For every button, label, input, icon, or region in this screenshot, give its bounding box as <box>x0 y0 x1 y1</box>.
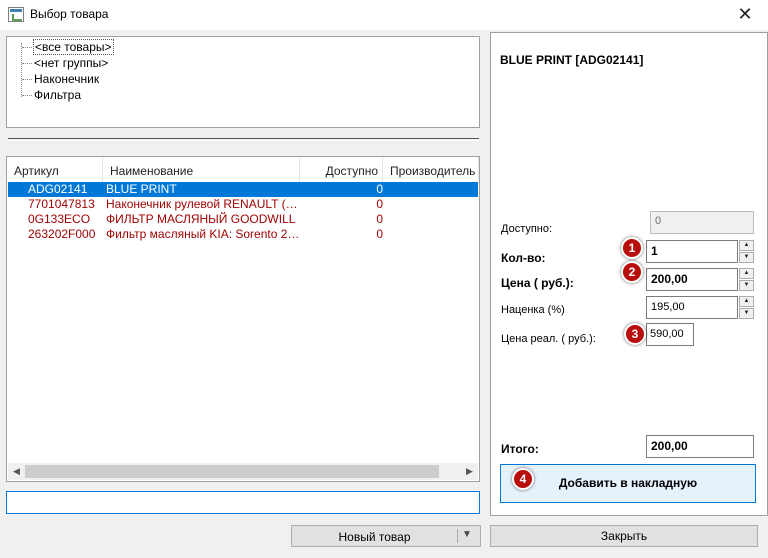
cell-article: 7701047813 <box>28 197 95 211</box>
price-label: Цена ( руб.): <box>501 276 574 290</box>
available-label: Доступно: <box>501 223 553 235</box>
new-item-button[interactable]: Новый товар ▼ <box>291 525 481 547</box>
cell-article: 263202F000 <box>28 227 96 241</box>
window-title: Выбор товара <box>30 7 109 21</box>
markup-field[interactable]: 195,00 <box>646 296 738 319</box>
col-header-article[interactable]: Артикул <box>7 157 103 184</box>
title-bar: Выбор товара ✕ <box>0 0 768 30</box>
cell-available: 0 <box>376 227 383 241</box>
cell-name: Наконечник рулевой RENAULT (Наконечник) <box>106 197 300 211</box>
cell-name: ФИЛЬТР МАСЛЯНЫЙ GOODWILL <box>106 212 296 226</box>
window-close-button[interactable]: ✕ <box>722 0 768 30</box>
table-row[interactable]: 0G133ECO ФИЛЬТР МАСЛЯНЫЙ GOODWILL 0 <box>8 212 478 227</box>
cell-maker <box>385 212 478 227</box>
spin-up-icon[interactable]: ▲ <box>739 240 754 251</box>
cell-available: 0 <box>376 182 383 196</box>
markup-label: Наценка (%) <box>501 304 565 316</box>
qty-label: Кол-во: <box>501 251 546 265</box>
close-button[interactable]: Закрыть <box>490 525 758 547</box>
scroll-thumb[interactable] <box>25 465 439 478</box>
tree-item-tie-rod-end[interactable]: Наконечник <box>22 71 100 87</box>
real-price-label: Цена реал. ( руб.): <box>501 333 596 345</box>
tree-item-all[interactable]: <все товары> <box>22 39 114 55</box>
badge-4: 4 <box>512 468 534 490</box>
horizontal-scrollbar[interactable]: ◀ ▶ <box>8 463 478 480</box>
cell-maker <box>385 182 478 197</box>
total-field: 200,00 <box>646 435 754 458</box>
col-header-maker[interactable]: Производитель <box>383 157 479 184</box>
badge-2: 2 <box>621 261 643 283</box>
dropdown-arrow-icon[interactable]: ▼ <box>462 529 472 540</box>
add-to-invoice-button[interactable]: Добавить в накладную <box>500 464 756 503</box>
price-stepper[interactable]: ▲ ▼ <box>739 268 754 291</box>
table-row[interactable]: ADG02141 BLUE PRINT 0 <box>8 182 478 197</box>
scroll-right-icon[interactable]: ▶ <box>461 463 478 480</box>
total-label: Итого: <box>501 442 539 456</box>
cell-maker <box>385 227 478 242</box>
grid-header: Артикул Наименование Доступно Производит… <box>7 157 479 184</box>
table-row[interactable]: 7701047813 Наконечник рулевой RENAULT (Н… <box>8 197 478 212</box>
search-input[interactable] <box>6 491 480 514</box>
cell-available: 0 <box>376 212 383 226</box>
cell-name: BLUE PRINT <box>106 182 177 196</box>
splitter[interactable] <box>8 138 479 141</box>
col-header-available[interactable]: Доступно <box>300 157 383 184</box>
spin-down-icon[interactable]: ▼ <box>739 252 754 263</box>
group-tree[interactable]: <все товары> <нет группы> Наконечник Фил… <box>6 36 480 128</box>
badge-3: 3 <box>624 323 646 345</box>
spin-down-icon[interactable]: ▼ <box>739 308 754 319</box>
price-field[interactable]: 200,00 <box>646 268 738 291</box>
product-grid[interactable]: Артикул Наименование Доступно Производит… <box>6 156 480 482</box>
qty-stepper[interactable]: ▲ ▼ <box>739 240 754 263</box>
cell-maker <box>385 197 478 212</box>
badge-1: 1 <box>621 237 643 259</box>
tree-item-filters[interactable]: Фильтра <box>22 87 82 103</box>
col-header-name[interactable]: Наименование <box>103 157 300 184</box>
cell-article: 0G133ECO <box>28 212 91 226</box>
table-row[interactable]: 263202F000 Фильтр масляный KIA: Sorento … <box>8 227 478 242</box>
spin-up-icon[interactable]: ▲ <box>739 268 754 279</box>
app-window-icon <box>8 7 24 22</box>
real-price-field[interactable]: 590,00 <box>646 323 694 346</box>
spin-up-icon[interactable]: ▲ <box>739 296 754 307</box>
cell-name: Фильтр масляный KIA: Sorento 2.2 CRDi <box>106 227 300 241</box>
tree-item-no-group[interactable]: <нет группы> <box>22 55 109 71</box>
spin-down-icon[interactable]: ▼ <box>739 280 754 291</box>
cell-available: 0 <box>376 197 383 211</box>
qty-field[interactable]: 1 <box>646 240 738 263</box>
product-title: BLUE PRINT [ADG02141] <box>500 53 644 67</box>
markup-stepper[interactable]: ▲ ▼ <box>739 296 754 319</box>
available-field: 0 <box>650 211 754 234</box>
cell-article: ADG02141 <box>28 182 88 196</box>
split-separator <box>457 529 458 543</box>
scroll-left-icon[interactable]: ◀ <box>8 463 25 480</box>
new-item-label: Новый товар <box>338 530 411 544</box>
